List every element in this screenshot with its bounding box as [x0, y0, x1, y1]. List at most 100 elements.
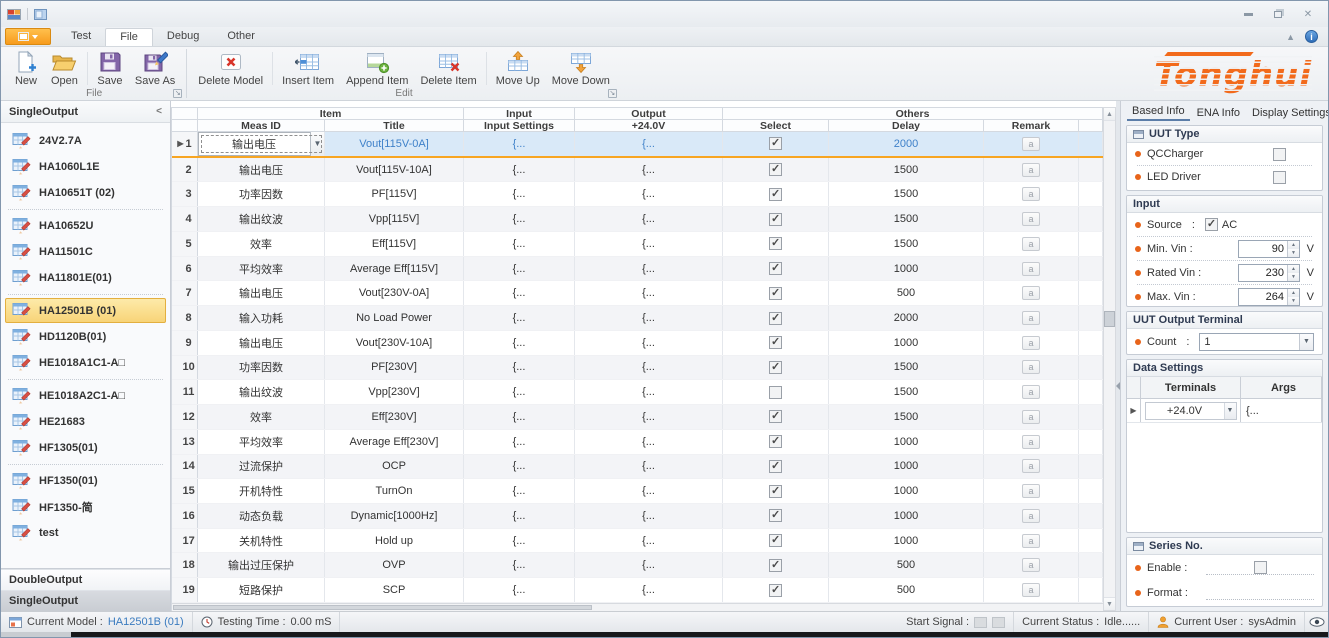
title-cell[interactable]: PF[230V]	[325, 356, 464, 380]
select-checkbox[interactable]	[769, 287, 782, 300]
input-settings-cell[interactable]: {...	[464, 479, 575, 503]
title-cell[interactable]: Vpp[230V]	[325, 380, 464, 404]
series-enable-checkbox[interactable]	[1254, 561, 1267, 574]
horizontal-scrollbar[interactable]	[172, 603, 1103, 611]
title-cell[interactable]: OCP	[325, 455, 464, 479]
help-icon[interactable]: i	[1305, 30, 1318, 43]
select-checkbox[interactable]	[769, 137, 782, 150]
args-cell[interactable]: {...	[1241, 399, 1322, 422]
model-list-item[interactable]: HA11801E(01)	[5, 265, 166, 290]
select-checkbox[interactable]	[769, 188, 782, 201]
remark-edit-button[interactable]: a	[1022, 509, 1040, 523]
model-list-item[interactable]: HF1305(01)	[5, 435, 166, 460]
dialog-launcher-icon[interactable]: ↘	[608, 89, 617, 98]
output-value-cell[interactable]: {...	[575, 207, 723, 231]
output-value-cell[interactable]: {...	[575, 479, 723, 503]
delay-cell[interactable]: 1000	[829, 257, 984, 281]
remark-edit-button[interactable]: a	[1022, 583, 1040, 597]
input-settings-cell[interactable]: {...	[464, 578, 575, 602]
input-settings-cell[interactable]: {...	[464, 430, 575, 454]
delay-cell[interactable]: 1000	[829, 504, 984, 528]
remark-edit-button[interactable]: a	[1022, 212, 1040, 226]
restore-button[interactable]	[1270, 8, 1286, 20]
sidebar-header[interactable]: SingleOutput <	[1, 101, 170, 123]
meas-id-cell[interactable]: 输出电压▼	[198, 158, 325, 182]
select-checkbox[interactable]	[769, 509, 782, 522]
tab-test[interactable]: Test	[57, 28, 105, 46]
table-row[interactable]: ▶2 输出电压▼ Vout[115V-10A] {... {... 1500 a	[172, 158, 1103, 183]
input-settings-cell[interactable]: {...	[464, 281, 575, 305]
output-value-cell[interactable]: {...	[575, 380, 723, 404]
meas-id-cell[interactable]: 过流保护▼	[198, 455, 325, 479]
delay-cell[interactable]: 1500	[829, 356, 984, 380]
meas-id-cell[interactable]: 输出过压保护▼	[198, 553, 325, 577]
delay-cell[interactable]: 1500	[829, 158, 984, 182]
eye-toggle[interactable]	[1304, 612, 1328, 632]
vertical-scrollbar[interactable]: ▲ ▼	[1103, 107, 1116, 611]
table-row[interactable]: ▶14 过流保护▼ OCP {... {... 1000 a	[172, 455, 1103, 480]
remark-edit-button[interactable]: a	[1022, 534, 1040, 548]
output-value-cell[interactable]: {...	[575, 257, 723, 281]
new-button[interactable]: New	[7, 49, 45, 88]
output-value-cell[interactable]: {...	[575, 504, 723, 528]
title-cell[interactable]: PF[115V]	[325, 182, 464, 206]
output-value-cell[interactable]: {...	[575, 306, 723, 330]
chevron-down-icon[interactable]: ▼	[1299, 334, 1313, 350]
scroll-up-icon[interactable]: ▲	[1104, 108, 1115, 121]
terminal-dropdown[interactable]: +24.0V▼	[1145, 402, 1237, 420]
title-cell[interactable]: Vpp[115V]	[325, 207, 464, 231]
input-settings-cell[interactable]: {...	[464, 306, 575, 330]
model-list-item[interactable]: test	[5, 520, 166, 545]
title-cell[interactable]: SCP	[325, 578, 464, 602]
input-settings-cell[interactable]: {...	[464, 232, 575, 256]
delay-cell[interactable]: 2000	[829, 132, 984, 156]
table-row[interactable]: ▶10 功率因数▼ PF[230V] {... {... 1500 a	[172, 356, 1103, 381]
tab-other[interactable]: Other	[213, 28, 269, 46]
delay-cell[interactable]: 1000	[829, 430, 984, 454]
input-settings-cell[interactable]: {...	[464, 504, 575, 528]
input-settings-cell[interactable]: {...	[464, 356, 575, 380]
remark-edit-button[interactable]: a	[1022, 137, 1040, 151]
table-row[interactable]: ▶19 短路保护▼ SCP {... {... 500 a	[172, 578, 1103, 603]
select-checkbox[interactable]	[769, 213, 782, 226]
table-row[interactable]: ▶6 平均效率▼ Average Eff[115V] {... {... 100…	[172, 257, 1103, 282]
select-checkbox[interactable]	[769, 386, 782, 399]
table-row[interactable]: ▶9 输出电压▼ Vout[230V-10A] {... {... 1000 a	[172, 331, 1103, 356]
meas-id-cell[interactable]: 输出电压▼	[198, 331, 325, 355]
app-icon[interactable]	[7, 9, 21, 20]
model-list-item[interactable]: HF1350-简	[5, 494, 166, 519]
select-checkbox[interactable]	[769, 534, 782, 547]
output-value-cell[interactable]: {...	[575, 578, 723, 602]
table-row[interactable]: ▶15 开机特性▼ TurnOn {... {... 1000 a	[172, 479, 1103, 504]
sidebar-button-doubleoutput[interactable]: DoubleOutput	[1, 569, 170, 590]
column-header-output-24v[interactable]: +24.0V	[575, 120, 723, 132]
delay-cell[interactable]: 1500	[829, 207, 984, 231]
title-cell[interactable]: Vout[230V-10A]	[325, 331, 464, 355]
title-cell[interactable]: Dynamic[1000Hz]	[325, 504, 464, 528]
output-value-cell[interactable]: {...	[575, 281, 723, 305]
delay-cell[interactable]: 1500	[829, 232, 984, 256]
horizontal-scrollbar-thumb[interactable]	[173, 605, 592, 610]
min-vin-stepper[interactable]: 90▲▼	[1238, 240, 1300, 258]
column-header-select[interactable]: Select	[723, 120, 829, 132]
select-checkbox[interactable]	[769, 237, 782, 250]
tab-file[interactable]: File	[105, 28, 153, 46]
meas-id-cell[interactable]: 功率因数▼	[198, 356, 325, 380]
meas-id-cell[interactable]: 效率▼	[198, 232, 325, 256]
remark-edit-button[interactable]: a	[1022, 286, 1040, 300]
meas-id-cell[interactable]: 输出纹波▼	[198, 380, 325, 404]
table-row[interactable]: ▶4 输出纹波▼ Vpp[115V] {... {... 1500 a	[172, 207, 1103, 232]
data-settings-row[interactable]: ▶ +24.0V▼ {...	[1127, 399, 1322, 423]
select-checkbox[interactable]	[769, 262, 782, 275]
output-value-cell[interactable]: {...	[575, 232, 723, 256]
table-row[interactable]: ▶5 效率▼ Eff[115V] {... {... 1500 a	[172, 232, 1103, 257]
remark-edit-button[interactable]: a	[1022, 163, 1040, 177]
minimize-button[interactable]	[1240, 8, 1256, 20]
delay-cell[interactable]: 1000	[829, 529, 984, 553]
column-header-title[interactable]: Title	[325, 120, 464, 132]
input-settings-cell[interactable]: {...	[464, 207, 575, 231]
table-row[interactable]: ▶12 效率▼ Eff[230V] {... {... 1500 a	[172, 405, 1103, 430]
remark-edit-button[interactable]: a	[1022, 360, 1040, 374]
output-value-cell[interactable]: {...	[575, 553, 723, 577]
table-row[interactable]: ▶16 动态负载▼ Dynamic[1000Hz] {... {... 1000…	[172, 504, 1103, 529]
